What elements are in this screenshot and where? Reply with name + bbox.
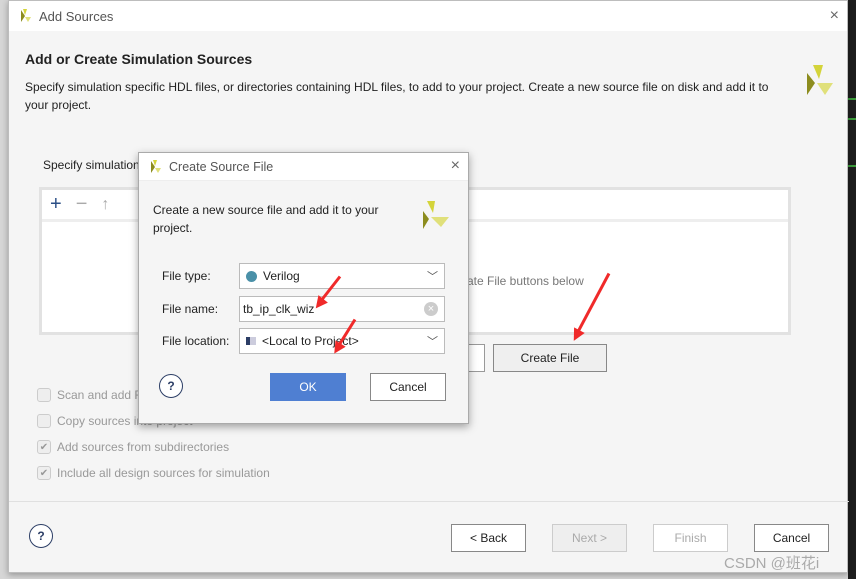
checkbox-checked[interactable]: ✔: [37, 466, 51, 480]
background-window: [848, 0, 856, 579]
finish-button[interactable]: Finish: [653, 524, 728, 552]
option-scan[interactable]: Scan and add R: [37, 388, 143, 402]
folder-icon: [246, 337, 256, 345]
checkbox[interactable]: [37, 388, 51, 402]
vivado-logo-icon: [21, 9, 31, 22]
verilog-icon: [246, 270, 257, 282]
dialog-title-bar: Create Source File ×: [139, 153, 468, 181]
create-file-button[interactable]: Create File: [493, 344, 607, 372]
back-button[interactable]: < Back: [451, 524, 526, 552]
file-location-label: File location:: [162, 334, 230, 348]
create-source-file-dialog: Create Source File × Create a new source…: [138, 152, 469, 424]
dialog-description: Create a new source file and add it to y…: [153, 203, 379, 235]
remove-icon[interactable]: −: [76, 193, 88, 216]
ok-button[interactable]: OK: [270, 373, 346, 401]
file-name-label: File name:: [162, 302, 219, 316]
panel-label: Specify simulation: [43, 158, 140, 172]
file-name-input[interactable]: tb_ip_clk_wiz ×: [239, 296, 445, 322]
clear-icon[interactable]: ×: [424, 302, 438, 316]
close-icon[interactable]: ×: [451, 157, 460, 175]
window-title: Add Sources: [39, 8, 114, 24]
close-icon[interactable]: ×: [830, 7, 839, 25]
watermark: CSDN @班花i: [724, 555, 820, 572]
option-include-design[interactable]: ✔ Include all design sources for simulati…: [37, 466, 270, 480]
title-bar: Add Sources ×: [9, 1, 847, 31]
vivado-logo-icon: [807, 65, 833, 95]
vivado-logo-icon: [423, 201, 449, 229]
checkbox-checked[interactable]: ✔: [37, 440, 51, 454]
help-button[interactable]: ?: [29, 524, 53, 548]
page-title: Add or Create Simulation Sources: [25, 51, 253, 67]
cancel-button[interactable]: Cancel: [754, 524, 829, 552]
chevron-down-icon: ﹀: [427, 336, 438, 348]
file-type-label: File type:: [162, 269, 211, 283]
cancel-button[interactable]: Cancel: [370, 373, 446, 401]
move-up-icon[interactable]: ↑: [101, 196, 109, 214]
empty-hint: ate File buttons below: [467, 274, 584, 288]
file-type-select[interactable]: Verilog ﹀: [239, 263, 445, 289]
dialog-title: Create Source File: [169, 159, 274, 174]
option-subdirectories[interactable]: ✔ Add sources from subdirectories: [37, 440, 229, 454]
vivado-logo-icon: [151, 159, 161, 173]
page-description: Specify simulation specific HDL files, o…: [25, 80, 769, 112]
chevron-down-icon: ﹀: [427, 271, 438, 283]
add-icon[interactable]: +: [50, 193, 62, 216]
help-button[interactable]: ?: [159, 374, 183, 398]
next-button[interactable]: Next >: [552, 524, 627, 552]
checkbox[interactable]: [37, 414, 51, 428]
